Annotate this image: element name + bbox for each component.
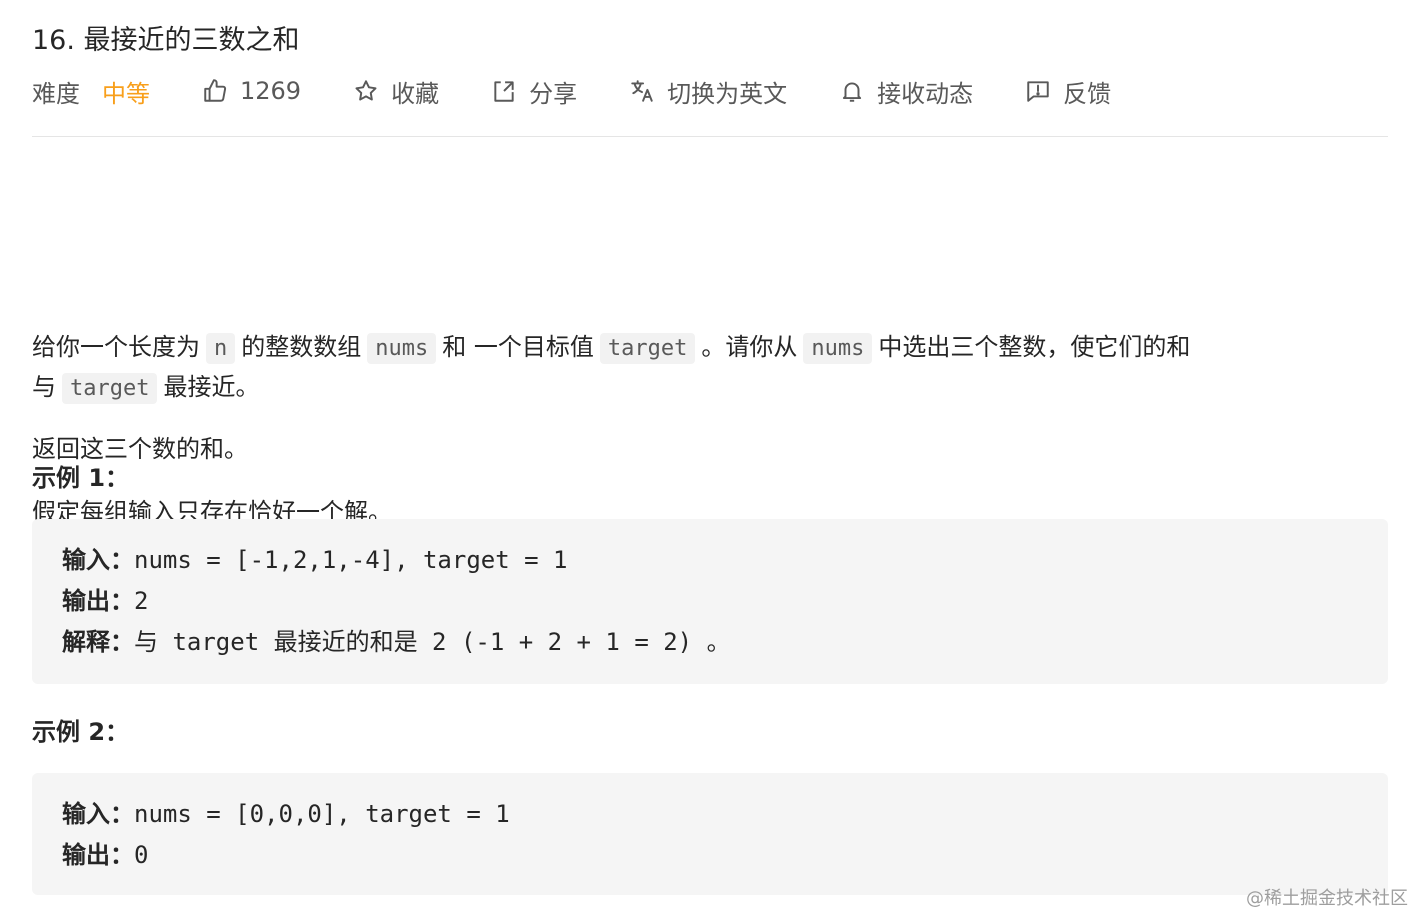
share-button[interactable]: 分享 [491, 74, 577, 109]
watermark: @稀土掘金技术社区 [1246, 888, 1408, 909]
desc-text: 中选出三个整数，使它们的和 [878, 333, 1191, 361]
example-1-explanation: 解释：与 target 最接近的和是 2 (-1 + 2 + 1 = 2) 。 [62, 625, 731, 659]
like-button[interactable]: 1269 [202, 77, 301, 105]
share-label: 分享 [529, 79, 578, 108]
switch-language-button[interactable]: 切换为英文 [629, 74, 787, 109]
input-value: nums = [-1,2,1,-4], target = 1 [134, 546, 568, 574]
inline-code: nums [367, 333, 437, 364]
example-1-input: 输入：nums = [-1,2,1,-4], target = 1 [62, 543, 567, 577]
page-title: 16. 最接近的三数之和 [32, 25, 300, 56]
inline-code: target [599, 333, 696, 364]
example-1-output: 输出：2 [62, 584, 148, 618]
output-label: 输出： [62, 841, 134, 869]
inline-code: nums [803, 333, 873, 364]
notify-button[interactable]: 接收动态 [839, 74, 973, 109]
problem-toolbar: 难度 中等 1269 收藏 分享 切换为英文 接收动态 反馈 [32, 72, 1163, 110]
star-icon [353, 78, 379, 104]
description-paragraph-1: 给你一个长度为 n 的整数数组 nums 和 一个目标值 target 。请你从 nums 中选… [32, 328, 1332, 408]
desc-text: 的整数数组 [241, 333, 362, 361]
notify-label: 接收动态 [877, 79, 974, 108]
translate-icon [629, 78, 655, 104]
desc-text: 和 一个目标值 [442, 333, 594, 361]
explain-label: 解释： [62, 628, 134, 656]
output-value: 2 [134, 587, 149, 615]
desc-text: 最接近。 [163, 373, 260, 401]
difficulty-badge: 中等 [102, 79, 150, 108]
output-value: 0 [134, 841, 149, 869]
thumbs-up-icon [202, 78, 228, 104]
inline-code: n [206, 333, 236, 364]
bell-icon [839, 78, 865, 104]
feedback-label: 反馈 [1063, 79, 1112, 108]
input-value: nums = [0,0,0], target = 1 [134, 800, 510, 828]
example-2-output: 输出：0 [62, 838, 148, 872]
difficulty: 难度 中等 [32, 74, 150, 109]
desc-text: 给你一个长度为 [32, 333, 200, 361]
favorite-button[interactable]: 收藏 [353, 74, 439, 109]
switch-language-label: 切换为英文 [667, 79, 788, 108]
example-2-input: 输入：nums = [0,0,0], target = 1 [62, 797, 510, 831]
favorite-label: 收藏 [391, 79, 440, 108]
feedback-icon [1025, 78, 1051, 104]
input-label: 输入： [62, 800, 134, 828]
inline-code: target [62, 373, 158, 404]
example-1-title: 示例 1： [32, 464, 130, 492]
output-label: 输出： [62, 587, 134, 615]
example-1-box: 输入：nums = [-1,2,1,-4], target = 1 输出：2 解… [32, 519, 1388, 684]
explain-value: 与 target 最接近的和是 2 (-1 + 2 + 1 = 2) 。 [134, 628, 731, 656]
header-divider [32, 136, 1388, 137]
example-2-box: 输入：nums = [0,0,0], target = 1 输出：0 [32, 773, 1388, 895]
share-icon [491, 78, 517, 104]
desc-text: 与 [32, 373, 56, 401]
example-2-title: 示例 2： [32, 718, 130, 746]
difficulty-label: 难度 [32, 79, 80, 108]
desc-text: 。请你从 [701, 333, 798, 361]
feedback-button[interactable]: 反馈 [1025, 74, 1111, 109]
input-label: 输入： [62, 546, 134, 574]
like-count: 1269 [240, 77, 302, 105]
